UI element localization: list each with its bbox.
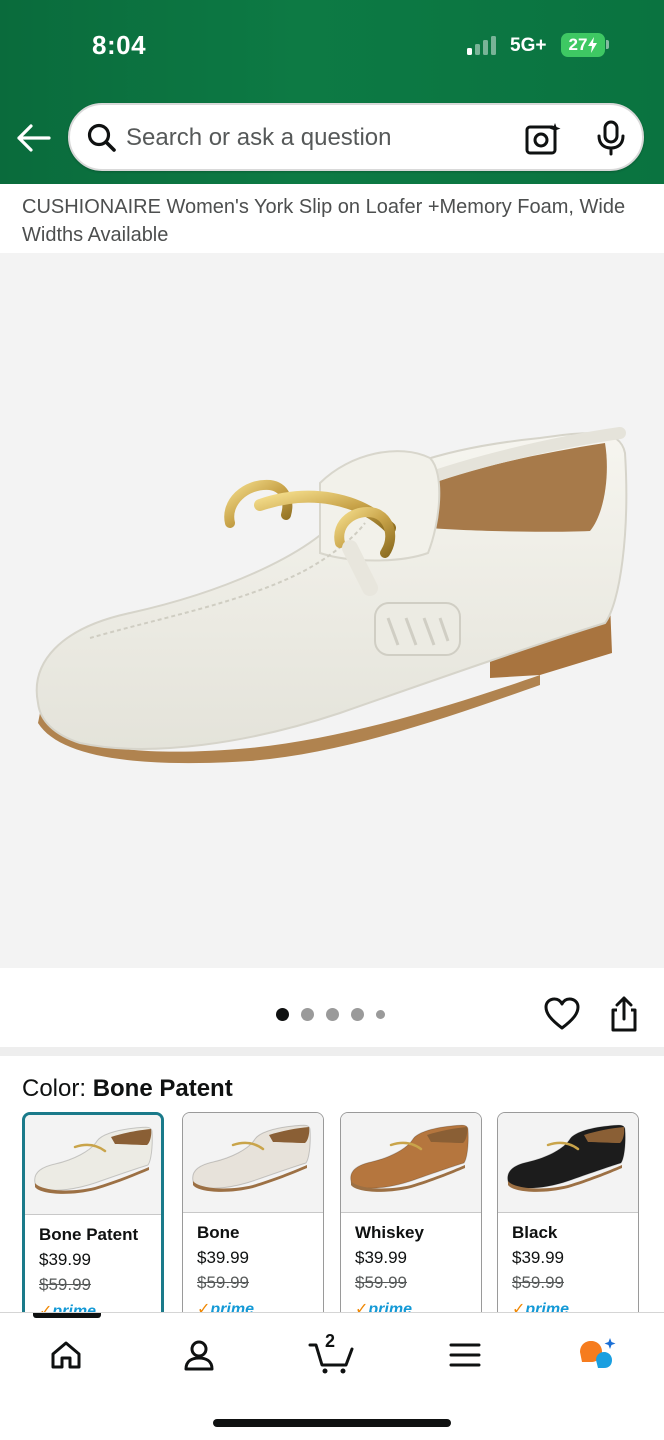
- color-swatch[interactable]: Black $39.99 $59.99 ✓prime: [497, 1112, 639, 1342]
- status-bar: 8:04 5G+ 27: [0, 0, 664, 90]
- product-title[interactable]: CUSHIONAIRE Women's York Slip on Loafer …: [22, 193, 642, 249]
- swatch-price: $39.99: [355, 1248, 407, 1267]
- swatch-thumbnail: [183, 1113, 323, 1213]
- selected-color-name: Bone Patent: [92, 1075, 233, 1102]
- account-icon: [184, 1340, 214, 1371]
- nav-account[interactable]: [174, 1333, 224, 1377]
- nav-home[interactable]: [41, 1333, 91, 1377]
- swatch-shoe-image: [350, 1124, 469, 1192]
- nav-cart[interactable]: 2: [307, 1331, 357, 1377]
- battery-level: 27: [568, 35, 588, 54]
- swatch-price: $39.99: [39, 1250, 91, 1269]
- carousel-pagination[interactable]: [276, 1008, 385, 1021]
- swatch-thumbnail: [341, 1113, 481, 1213]
- back-arrow-icon: [17, 124, 51, 152]
- home-icon: [51, 1341, 81, 1369]
- charging-icon: [588, 37, 598, 53]
- swatch-list-price: $59.99: [355, 1273, 407, 1292]
- swatch-name: Black: [512, 1223, 558, 1242]
- search-input[interactable]: [126, 121, 506, 155]
- home-indicator: [213, 1419, 451, 1427]
- color-label-row: Color: Bone Patent: [22, 1075, 233, 1103]
- status-time: 8:04: [92, 30, 147, 60]
- swatch-shoe-image: [507, 1124, 626, 1192]
- rufus-icon: [580, 1338, 616, 1368]
- app-header: 8:04 5G+ 27: [0, 0, 664, 184]
- signal-icon: [467, 36, 496, 55]
- swatch-list-price: $59.99: [197, 1273, 249, 1292]
- color-label: Color:: [22, 1075, 93, 1102]
- color-swatch[interactable]: Bone Patent$39.99$59.99✓prime: [22, 1112, 164, 1342]
- network-label: 5G+: [510, 35, 547, 56]
- pagination-dot[interactable]: [376, 1010, 385, 1019]
- swatch-thumbnail: [498, 1113, 638, 1213]
- swatch-name: Bone: [197, 1223, 240, 1242]
- color-swatch[interactable]: Whiskey $39.99 $59.99 ✓prime: [340, 1112, 482, 1342]
- swatch-list-price: $59.99: [512, 1273, 564, 1292]
- pagination-dot[interactable]: [276, 1008, 289, 1021]
- battery-indicator: 27: [561, 33, 605, 57]
- product-image: [35, 427, 628, 764]
- back-button[interactable]: [14, 118, 54, 158]
- pagination-dot[interactable]: [326, 1008, 339, 1021]
- swatch-name: Whiskey: [355, 1223, 424, 1242]
- menu-icon: [449, 1343, 481, 1367]
- search-icon: [87, 123, 116, 152]
- product-image-carousel[interactable]: [0, 253, 664, 968]
- bottom-navigation: 2: [0, 1312, 664, 1440]
- swatch-price: $39.99: [512, 1248, 564, 1267]
- camera-lens-icon[interactable]: [524, 120, 564, 156]
- pagination-dot[interactable]: [351, 1008, 364, 1021]
- pagination-dot[interactable]: [301, 1008, 314, 1021]
- swatch-shoe-image: [192, 1124, 311, 1192]
- swatch-list-price: $59.99: [39, 1275, 91, 1294]
- section-divider: [0, 1047, 664, 1056]
- nav-rufus[interactable]: [572, 1333, 622, 1377]
- swatch-price: $39.99: [197, 1248, 249, 1267]
- swatch-name: Bone Patent: [39, 1225, 139, 1244]
- share-icon[interactable]: [604, 994, 644, 1034]
- microphone-icon[interactable]: [594, 120, 628, 156]
- search-bar[interactable]: [68, 103, 644, 171]
- swatch-shoe-image: [34, 1126, 153, 1194]
- color-swatch[interactable]: Bone $39.99 $59.99 ✓prime: [182, 1112, 324, 1342]
- battery-nub: [606, 40, 609, 49]
- swatch-thumbnail: [25, 1115, 161, 1215]
- color-swatch-list: Bone Patent$39.99$59.99✓primeBone$39.99$…: [22, 1112, 664, 1342]
- nav-menu[interactable]: [440, 1333, 490, 1377]
- active-tab-indicator: [33, 1313, 101, 1318]
- cart-count-badge: 2: [325, 1331, 336, 1351]
- heart-icon[interactable]: [542, 994, 582, 1034]
